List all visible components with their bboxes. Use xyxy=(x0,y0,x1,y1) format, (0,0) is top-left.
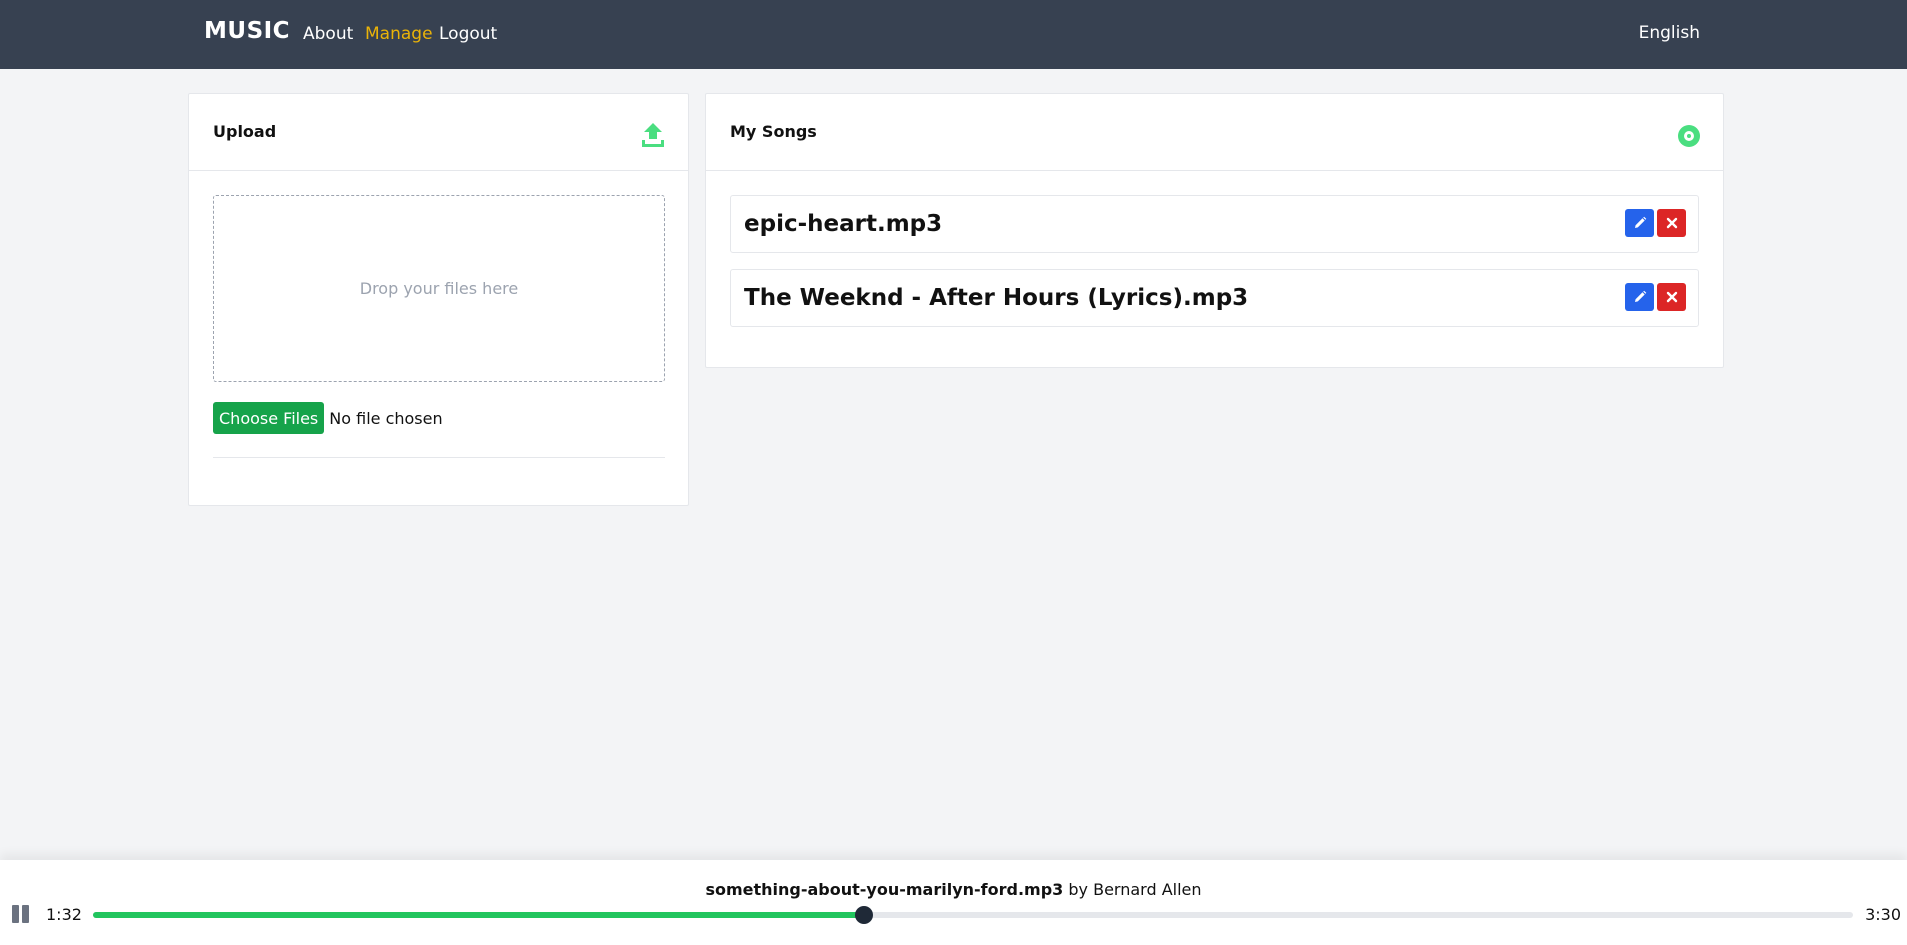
pause-button[interactable] xyxy=(12,905,29,923)
song-name: epic-heart.mp3 xyxy=(744,211,943,237)
song-name: The Weeknd - After Hours (Lyrics).mp3 xyxy=(744,285,1249,311)
nav-about-link[interactable]: About xyxy=(303,24,353,44)
upload-title: Upload xyxy=(213,122,277,141)
song-actions xyxy=(1625,283,1686,311)
nav-manage-link[interactable]: Manage xyxy=(365,24,433,44)
brand-logo[interactable]: MUSIC xyxy=(204,18,290,44)
upload-divider xyxy=(213,457,665,458)
file-dropzone[interactable]: Drop your files here xyxy=(213,195,665,382)
delete-song-button[interactable] xyxy=(1657,209,1686,237)
choose-files-button[interactable]: Choose Files xyxy=(213,402,325,434)
seek-handle[interactable] xyxy=(854,906,873,924)
close-icon xyxy=(1666,291,1677,303)
song-list-item: epic-heart.mp3 xyxy=(730,195,1699,253)
language-switcher[interactable]: English xyxy=(1639,23,1700,43)
now-playing-title: something-about-you-marilyn-ford.mp3 xyxy=(705,880,1064,899)
current-time: 1:32 xyxy=(46,905,82,924)
close-icon xyxy=(1666,217,1677,229)
file-input[interactable]: Choose Files No file chosen xyxy=(213,402,443,434)
delete-song-button[interactable] xyxy=(1657,283,1686,311)
edit-song-button[interactable] xyxy=(1625,209,1654,237)
now-playing-artist: Bernard Allen xyxy=(1093,880,1202,899)
pencil-icon xyxy=(1634,216,1646,228)
top-navbar: MUSIC About Manage Logout English xyxy=(0,0,1907,69)
duration-time: 3:30 xyxy=(1865,905,1901,924)
pause-icon xyxy=(12,905,19,923)
song-list-item: The Weeknd - After Hours (Lyrics).mp3 xyxy=(730,269,1699,327)
upload-card: Upload Drop your files here Choose Files… xyxy=(188,93,689,506)
now-playing-by: by xyxy=(1068,880,1089,899)
audio-player-bar: something-about-you-marilyn-ford.mp3 by … xyxy=(0,860,1907,945)
dropzone-text: Drop your files here xyxy=(359,279,519,298)
seek-bar[interactable] xyxy=(93,906,1853,924)
disc-icon xyxy=(1678,125,1700,147)
songs-card-header: My Songs xyxy=(706,94,1723,171)
pencil-icon xyxy=(1634,290,1646,302)
song-actions xyxy=(1625,209,1686,237)
no-file-label: No file chosen xyxy=(329,408,443,428)
songs-title: My Songs xyxy=(730,122,817,141)
nav-logout-link[interactable]: Logout xyxy=(439,24,497,44)
edit-song-button[interactable] xyxy=(1625,283,1654,311)
seek-bar-progress xyxy=(93,912,864,918)
my-songs-card: My Songs epic-heart.mp3 The Weeknd - Aft… xyxy=(705,93,1724,368)
now-playing-info: something-about-you-marilyn-ford.mp3 by … xyxy=(0,880,1907,899)
upload-card-header: Upload xyxy=(189,94,688,171)
upload-icon xyxy=(642,123,664,147)
